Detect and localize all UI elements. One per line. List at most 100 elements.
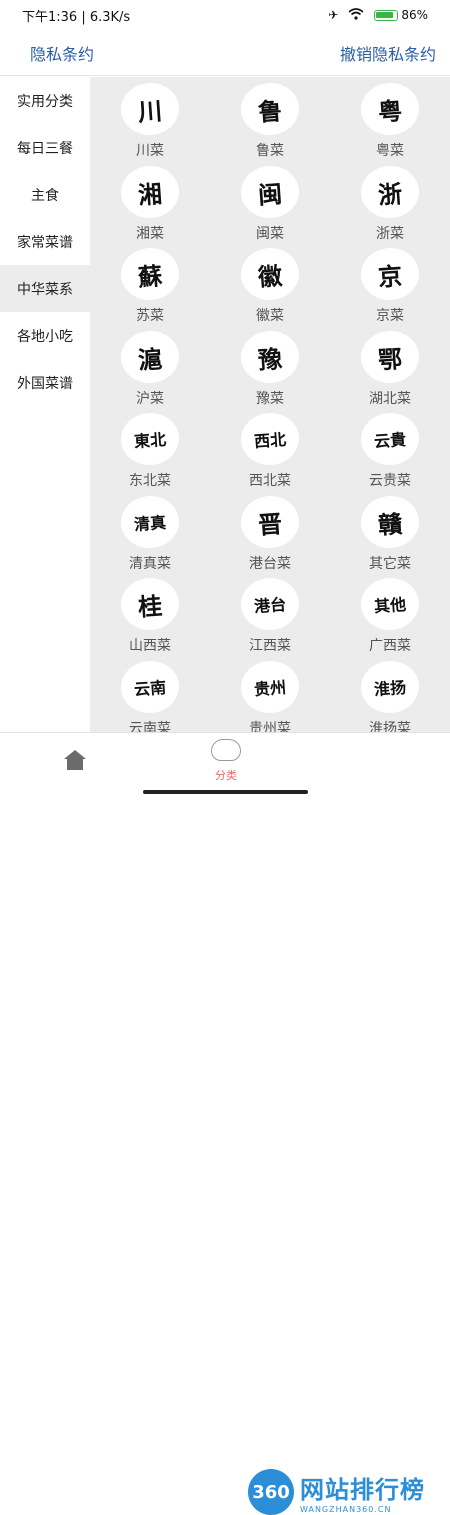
tab-category-label: 分类	[215, 769, 237, 782]
cuisine-item[interactable]: 鲁鲁菜	[210, 81, 330, 166]
watermark-url: WANGZHAN360.CN	[300, 1505, 392, 1514]
cuisine-emblem: 蘇	[119, 246, 181, 302]
cuisine-emblem: 川	[119, 81, 181, 137]
sidebar-item-foreign-recipes[interactable]: 外国菜谱	[0, 359, 90, 406]
home-icon[interactable]	[63, 749, 87, 771]
cuisine-emblem: 云南	[119, 658, 181, 715]
cuisine-item[interactable]: 粤粤菜	[330, 81, 450, 166]
sidebar-item-daily-meals[interactable]: 每日三餐	[0, 124, 90, 171]
cuisine-emblem: 滬	[119, 328, 181, 385]
cuisine-item[interactable]: 港台 江西菜	[210, 576, 330, 661]
wifi-icon	[348, 7, 364, 23]
cuisine-label: 湘菜	[136, 225, 164, 242]
cuisine-label: 沪菜	[136, 390, 164, 407]
gesture-home-bar	[143, 790, 308, 794]
cuisine-grid-panel: 川川菜 鲁鲁菜 粤粤菜 湘湘菜 闽闽菜 浙浙菜 蘇苏菜 徽徽菜 京京菜 滬沪菜 …	[90, 77, 450, 732]
cuisine-item[interactable]: 闽闽菜	[210, 163, 330, 249]
cuisine-item[interactable]: 蘇苏菜	[90, 246, 210, 331]
cuisine-label: 江西菜	[249, 638, 291, 654]
cuisine-emblem: 贛	[359, 493, 421, 550]
cuisine-emblem: 東北	[119, 411, 181, 467]
status-icons: ✈ 86%	[328, 7, 428, 23]
cuisine-label: 徽菜	[256, 308, 284, 324]
status-time: 下午1:36 | 6.3K/s	[22, 9, 131, 25]
cuisine-item[interactable]: 贛其它菜	[330, 493, 450, 579]
tab-category[interactable]: 分类	[206, 739, 246, 789]
site-watermark: 360 网站排行榜 WANGZHAN360.CN	[248, 1469, 425, 1515]
cuisine-label: 清真菜	[129, 555, 171, 572]
cuisine-emblem: 港台	[239, 576, 301, 632]
cuisine-label: 西北菜	[249, 473, 291, 489]
cuisine-label: 京菜	[376, 308, 404, 324]
cuisine-emblem: 西北	[239, 411, 301, 467]
sidebar-item-home-recipes[interactable]: 家常菜谱	[0, 218, 90, 265]
top-bar: 隐私条约 撤销隐私条约	[0, 30, 450, 76]
cuisine-item[interactable]: 川川菜	[90, 81, 210, 166]
cuisine-label: 闽菜	[256, 225, 284, 242]
cuisine-item[interactable]: 清真 清真菜	[90, 493, 210, 579]
cuisine-item[interactable]: 滬沪菜	[90, 328, 210, 414]
cuisine-item[interactable]: 云貴 云贵菜	[330, 411, 450, 496]
cuisine-emblem: 其他	[359, 576, 421, 632]
cuisine-item[interactable]: 云南 云南菜	[90, 658, 210, 733]
cuisine-label: 云南菜	[129, 720, 171, 733]
watermark-title: 网站排行榜	[300, 1476, 425, 1504]
privacy-policy-link[interactable]: 隐私条约	[30, 41, 94, 65]
cuisine-item[interactable]: 鄂湖北菜	[330, 328, 450, 414]
cuisine-label: 豫菜	[256, 390, 284, 407]
revoke-privacy-link[interactable]: 撤销隐私条约	[340, 41, 436, 65]
status-bar: 下午1:36 | 6.3K/s ✈ 86%	[0, 0, 450, 30]
cuisine-item[interactable]: 浙浙菜	[330, 163, 450, 249]
cuisine-label: 鲁菜	[256, 143, 284, 159]
cuisine-item[interactable]: 贵州 贵州菜	[210, 658, 330, 733]
cuisine-emblem: 桂	[119, 576, 181, 632]
sidebar-item-chinese-cuisines[interactable]: 中华菜系	[0, 265, 90, 312]
cuisine-emblem: 云貴	[359, 411, 421, 467]
cuisine-emblem: 豫	[239, 328, 301, 385]
cuisine-item[interactable]: 淮扬 淮扬菜	[330, 658, 450, 733]
cuisine-emblem: 鲁	[239, 81, 301, 137]
cuisine-item[interactable]: 徽徽菜	[210, 246, 330, 331]
cuisine-label: 广西菜	[369, 638, 411, 654]
cuisine-emblem: 闽	[239, 163, 301, 220]
cuisine-item[interactable]: 其他 广西菜	[330, 576, 450, 661]
cuisine-item[interactable]: 晋港台菜	[210, 493, 330, 579]
cuisine-label: 东北菜	[129, 473, 171, 489]
cuisine-label: 苏菜	[136, 308, 164, 324]
cuisine-label: 其它菜	[369, 555, 411, 572]
cuisine-label: 粤菜	[376, 143, 404, 159]
cuisine-emblem: 徽	[239, 246, 301, 302]
cuisine-label: 淮扬菜	[369, 720, 411, 733]
sidebar-item-practical[interactable]: 实用分类	[0, 77, 90, 124]
cuisine-label: 湖北菜	[369, 390, 411, 407]
cuisine-emblem: 湘	[119, 163, 181, 220]
battery-icon: 86%	[374, 8, 428, 22]
cuisine-item[interactable]: 湘湘菜	[90, 163, 210, 249]
cuisine-label: 港台菜	[249, 555, 291, 572]
cuisine-item[interactable]: 京京菜	[330, 246, 450, 331]
cuisine-emblem: 粤	[359, 81, 421, 137]
cuisine-item[interactable]: 豫豫菜	[210, 328, 330, 414]
cuisine-emblem: 晋	[239, 493, 301, 550]
cuisine-label: 云贵菜	[369, 473, 411, 489]
sidebar-item-staple[interactable]: 主食	[0, 171, 90, 218]
cuisine-emblem: 鄂	[359, 328, 421, 385]
cuisine-emblem: 浙	[359, 163, 421, 220]
battery-level: 86%	[401, 8, 428, 22]
watermark-logo: 360	[248, 1469, 294, 1515]
cuisine-item[interactable]: 西北 西北菜	[210, 411, 330, 496]
cuisine-emblem: 贵州	[239, 658, 301, 715]
cuisine-emblem: 京	[359, 246, 421, 302]
cuisine-emblem: 清真	[119, 493, 181, 550]
cuisine-label: 川菜	[136, 143, 164, 159]
cuisine-label: 浙菜	[376, 225, 404, 242]
cat-face-icon	[211, 739, 241, 761]
cuisine-item[interactable]: 桂山西菜	[90, 576, 210, 661]
cuisine-label: 贵州菜	[249, 720, 291, 733]
cuisine-grid: 川川菜 鲁鲁菜 粤粤菜 湘湘菜 闽闽菜 浙浙菜 蘇苏菜 徽徽菜 京京菜 滬沪菜 …	[90, 77, 450, 732]
cuisine-label: 山西菜	[129, 638, 171, 654]
category-sidebar: 实用分类 每日三餐 主食 家常菜谱 中华菜系 各地小吃 外国菜谱	[0, 77, 90, 732]
sidebar-item-local-snacks[interactable]: 各地小吃	[0, 312, 90, 359]
cuisine-emblem: 淮扬	[359, 658, 421, 715]
cuisine-item[interactable]: 東北 东北菜	[90, 411, 210, 496]
